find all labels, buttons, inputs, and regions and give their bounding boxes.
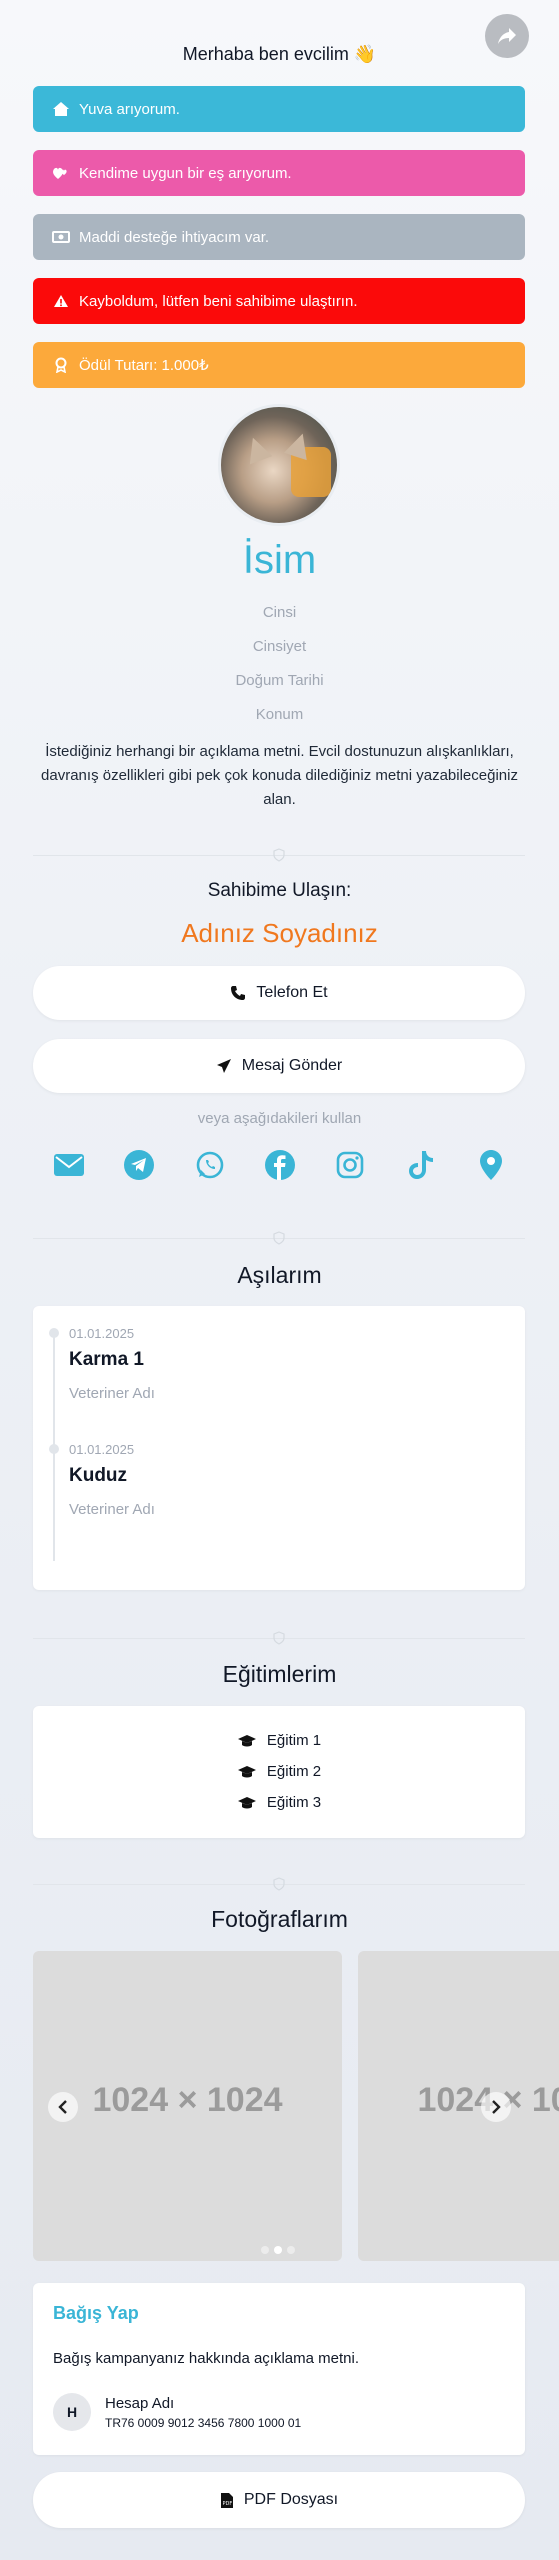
pet-gender: Cinsiyet [252,638,307,655]
account-avatar: H [53,2393,91,2431]
vaccine-vet: Veteriner Adı [69,1501,155,1518]
share-icon [498,28,516,44]
donation-card: Bağış Yap Bağış kampanyanız hakkında açı… [33,2283,525,2455]
chevron-left-icon [58,2100,67,2114]
message-button-label: Mesaj Gönder [241,1057,343,1074]
pet-birth-date: Doğum Tarihi [235,672,324,689]
svg-text:PDF: PDF [222,2501,232,2507]
alert-label: Kayboldum, lütfen beni sahibime ulaştırı… [79,292,358,310]
trainings-title: Eğitimlerim [222,1661,337,1687]
graduation-cap-icon [237,1796,257,1810]
account-iban[interactable]: TR76 0009 9012 3456 7800 1000 01 [105,2416,301,2430]
training-label: Eğitim 3 [266,1794,322,1811]
alert-reward: Ödül Tutarı: 1.000₺ [33,342,525,388]
contact-title: Sahibime Ulaşın: [207,880,352,901]
message-button[interactable]: Mesaj Gönder [33,1039,525,1093]
section-divider [33,1877,525,1891]
training-label: Eğitim 1 [266,1732,322,1749]
photo-placeholder-label: 1024 × 1024 [92,2081,283,2119]
carousel-next-button[interactable] [481,2092,511,2122]
send-icon [216,1058,232,1074]
photo-slide[interactable]: 1024 × 1024 [33,1951,342,2261]
paw-icon [271,1630,287,1646]
whatsapp-icon[interactable] [193,1148,227,1182]
vaccines-card: 01.01.2025 Karma 1 Veteriner Adı 01.01.2… [33,1306,525,1590]
alert-label: Ödül Tutarı: 1.000₺ [79,357,209,374]
pet-avatar [218,404,340,526]
vaccine-date: 01.01.2025 [69,1442,135,1457]
training-item: Eğitim 3 [33,1787,525,1818]
phone-icon [230,985,246,1001]
social-links [52,1148,508,1182]
paw-icon [271,1230,287,1246]
vaccine-date: 01.01.2025 [69,1326,135,1341]
vaccine-name: Kuduz [69,1465,128,1486]
photo-placeholder-label: 1024 × 1024 [417,2081,559,2119]
training-item: Eğitim 2 [33,1756,525,1787]
pet-name: İsim [242,538,317,582]
section-divider [33,1231,525,1245]
call-button-label: Telefon Et [256,984,328,1001]
pet-breed: Cinsi [262,604,297,621]
timeline-dot [49,1444,59,1454]
warning-icon [51,294,71,308]
alert-label: Kendime uygun bir eş arıyorum. [79,164,292,182]
home-heart-icon [51,101,71,117]
call-button[interactable]: Telefon Et [33,966,525,1020]
graduation-cap-icon [237,1765,257,1779]
vaccine-name: Karma 1 [69,1349,144,1370]
vaccine-vet: Veteriner Adı [69,1385,155,1402]
pet-location: Konum [255,706,304,723]
alert-looking-for-mate: Kendime uygun bir eş arıyorum. [33,150,525,196]
tiktok-icon[interactable] [404,1148,438,1182]
alternative-contact-text: veya aşağıdakileri kullan [197,1110,362,1127]
training-label: Eğitim 2 [266,1763,322,1780]
alert-looking-for-home: Yuva arıyorum. [33,86,525,132]
telegram-icon[interactable] [122,1148,156,1182]
carousel-dots [261,2246,295,2254]
alert-label: Yuva arıyorum. [79,100,180,118]
location-pin-icon[interactable] [474,1148,508,1182]
greeting-title: Merhaba ben evcilim 👋 [182,44,377,64]
paw-icon [271,1876,287,1892]
photos-title: Fotoğraflarım [211,1906,348,1932]
status-alerts: Yuva arıyorum. Kendime uygun bir eş arıy… [33,86,525,406]
pdf-button[interactable]: PDF PDF Dosyası [33,2472,525,2528]
chevron-right-icon [492,2100,501,2114]
paw-icon [271,847,287,863]
pdf-button-label: PDF Dosyası [243,2491,339,2508]
training-item: Eğitim 1 [33,1725,525,1756]
vaccine-item: 01.01.2025 Karma 1 Veteriner Adı [69,1326,155,1402]
owner-name: Adınız Soyadınız [181,918,378,948]
donation-title: Bağış Yap [53,2303,139,2323]
graduation-cap-icon [237,1734,257,1748]
donation-description: Bağış kampanyanız hakkında açıklama metn… [53,2350,359,2367]
carousel-prev-button[interactable] [48,2092,78,2122]
section-divider [33,848,525,862]
award-icon [51,357,71,373]
section-divider [33,1631,525,1645]
instagram-icon[interactable] [333,1148,367,1182]
pet-description: İstediğiniz herhangi bir açıklama metni.… [41,743,518,808]
carousel-dot-active[interactable] [274,2246,282,2254]
email-icon[interactable] [52,1148,86,1182]
facebook-icon[interactable] [263,1148,297,1182]
bank-account: H Hesap Adı TR76 0009 9012 3456 7800 100… [53,2393,505,2431]
pdf-file-icon: PDF [220,2492,234,2509]
photo-slide[interactable]: 1024 × 1024 [358,1951,559,2261]
hearts-icon [51,165,71,181]
alert-financial-support: Maddi desteğe ihtiyacım var. [33,214,525,260]
vaccine-item: 01.01.2025 Kuduz Veteriner Adı [69,1442,155,1518]
money-icon [51,231,71,243]
timeline-dot [49,1328,59,1338]
alert-lost: Kayboldum, lütfen beni sahibime ulaştırı… [33,278,525,324]
vaccines-title: Aşılarım [237,1262,322,1288]
carousel-dot[interactable] [287,2246,295,2254]
trainings-card: Eğitim 1 Eğitim 2 Eğitim 3 [33,1706,525,1838]
account-name: Hesap Adı [105,2394,175,2412]
alert-label: Maddi desteğe ihtiyacım var. [79,228,270,246]
carousel-dot[interactable] [261,2246,269,2254]
